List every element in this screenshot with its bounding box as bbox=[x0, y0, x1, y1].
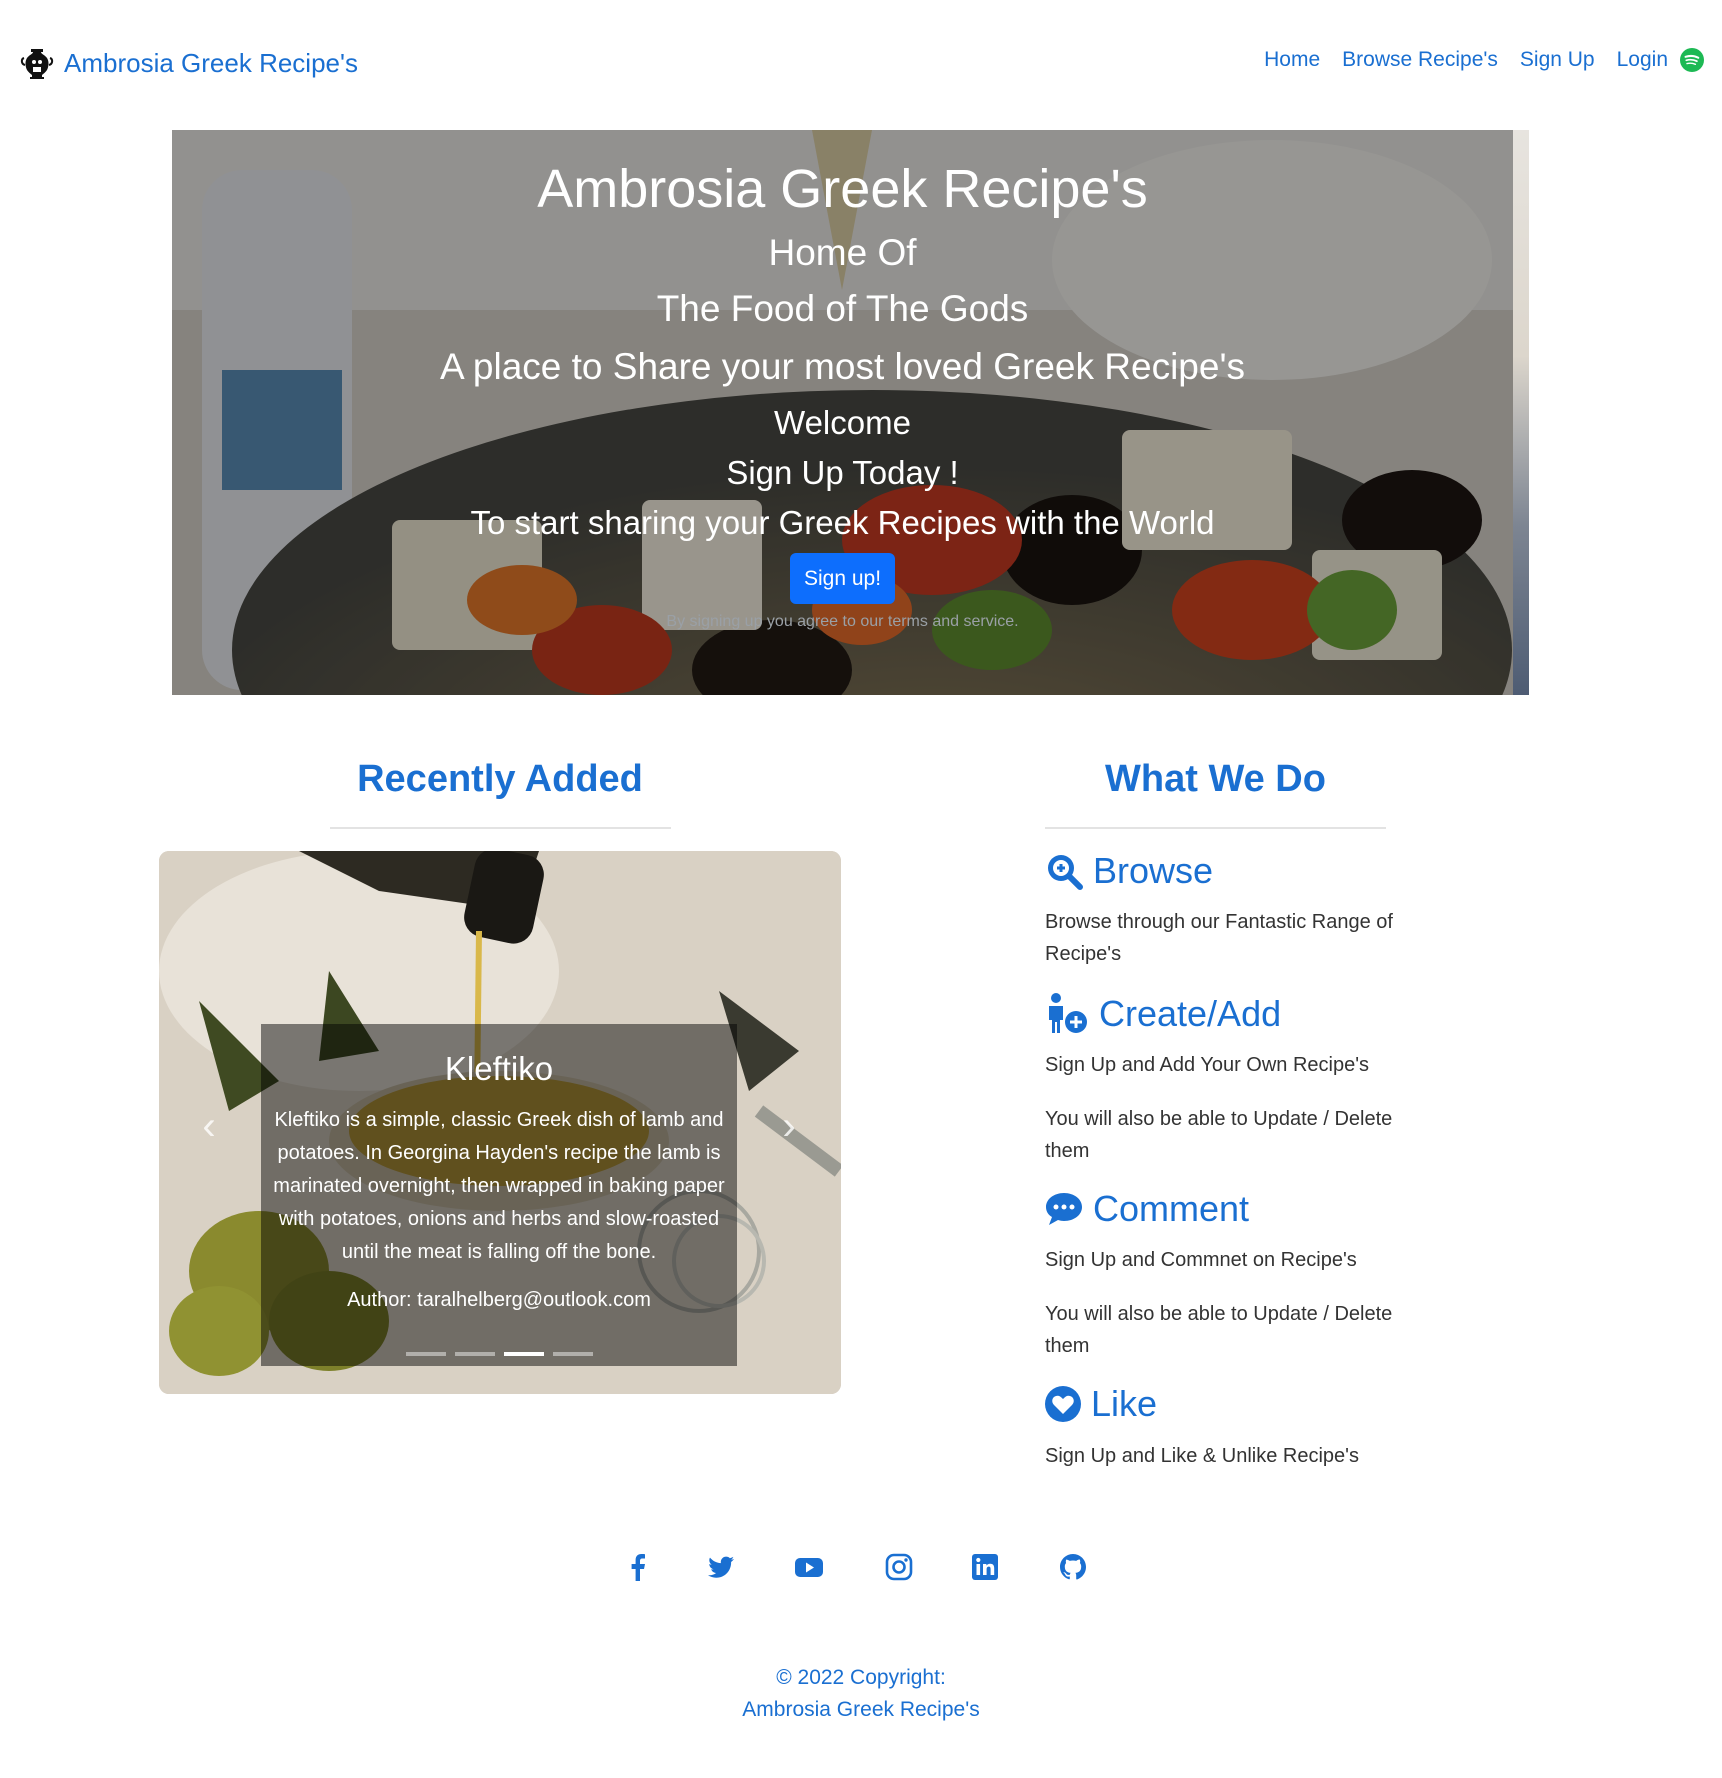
nav-links: Home Browse Recipe's Sign Up Login bbox=[1264, 48, 1704, 72]
slide-author: Author: taralhelberg@outlook.com bbox=[347, 1289, 651, 1311]
search-plus-icon bbox=[1048, 855, 1083, 890]
nav-home[interactable]: Home bbox=[1264, 48, 1320, 72]
twitter-icon[interactable] bbox=[706, 1552, 736, 1582]
hero-sign-up-button[interactable]: Sign up! bbox=[790, 553, 895, 604]
like-text: Sign Up and Like & Unlike Recipe's bbox=[1045, 1445, 1359, 1467]
greek-vase-logo-icon bbox=[20, 49, 54, 79]
hero-welcome: Welcome bbox=[774, 404, 911, 441]
carousel-indicator-active[interactable] bbox=[504, 1352, 544, 1356]
person-add-icon bbox=[1049, 993, 1087, 1033]
brand-text: Ambrosia Greek Recipe's bbox=[64, 47, 358, 78]
create-heading: Create/Add bbox=[1045, 993, 1281, 1035]
comment-heading: Comment bbox=[1045, 1188, 1249, 1230]
navbar: Ambrosia Greek Recipe's Home Browse Reci… bbox=[0, 0, 1722, 130]
recently-added-title: Recently Added bbox=[357, 758, 643, 800]
browse-heading: Browse bbox=[1045, 850, 1213, 892]
carousel-indicators bbox=[406, 1352, 593, 1356]
nav-login[interactable]: Login bbox=[1617, 48, 1668, 72]
nav-browse-recipes[interactable]: Browse Recipe's bbox=[1342, 48, 1498, 72]
footer: © 2022 Copyright: Ambrosia Greek Recipe'… bbox=[0, 1662, 1722, 1726]
hero-start-sharing: To start sharing your Greek Recipes with… bbox=[470, 504, 1215, 541]
hero-banner: Ambrosia Greek Recipe's Home Of The Food… bbox=[172, 130, 1529, 695]
spotify-icon[interactable] bbox=[1680, 48, 1704, 72]
carousel-indicator[interactable] bbox=[553, 1352, 593, 1356]
recently-added-divider bbox=[330, 827, 671, 829]
hero-tagline: A place to Share your most loved Greek R… bbox=[439, 346, 1246, 387]
hero-home-of: Home Of bbox=[768, 232, 917, 273]
facebook-icon[interactable] bbox=[623, 1552, 653, 1582]
browse-title: Browse bbox=[1093, 850, 1214, 891]
slide-description: Kleftiko is a simple, classic Greek dish… bbox=[273, 1109, 725, 1263]
instagram-icon[interactable] bbox=[884, 1552, 914, 1582]
youtube-icon[interactable] bbox=[794, 1552, 824, 1582]
hero-edge bbox=[1513, 130, 1529, 695]
carousel-indicator[interactable] bbox=[455, 1352, 495, 1356]
create-text: Sign Up and Add Your Own Recipe's bbox=[1045, 1054, 1370, 1076]
footer-copyright: © 2022 Copyright: bbox=[776, 1666, 946, 1689]
browse-text: Browse through our Fantastic Range of Re… bbox=[1045, 911, 1393, 965]
footer-brand-link[interactable]: Ambrosia Greek Recipe's bbox=[742, 1698, 979, 1721]
recipe-carousel: ‹ › Kleftiko Kleftiko is a simple, class… bbox=[159, 851, 841, 1394]
carousel-prev-chevron-icon[interactable]: ‹ bbox=[189, 1101, 229, 1151]
hero-sign-up-today: Sign Up Today ! bbox=[726, 454, 959, 491]
what-we-do-divider bbox=[1045, 827, 1386, 829]
comment-title: Comment bbox=[1093, 1188, 1250, 1229]
heart-icon bbox=[1045, 1386, 1081, 1422]
slide-caption: Kleftiko Kleftiko is a simple, classic G… bbox=[261, 1024, 737, 1366]
linkedin-icon[interactable] bbox=[970, 1552, 1000, 1582]
like-title: Like bbox=[1091, 1383, 1158, 1424]
comment-text: Sign Up and Commnet on Recipe's bbox=[1045, 1249, 1357, 1271]
create-title: Create/Add bbox=[1099, 993, 1282, 1034]
slide-title: Kleftiko bbox=[444, 1050, 554, 1087]
carousel-indicator[interactable] bbox=[406, 1352, 446, 1356]
chat-bubble-icon bbox=[1046, 1193, 1082, 1225]
hero-content: Ambrosia Greek Recipe's Home Of The Food… bbox=[172, 130, 1513, 695]
hero-title: Ambrosia Greek Recipe's bbox=[537, 159, 1148, 219]
what-we-do-title: What We Do bbox=[1105, 758, 1326, 800]
carousel-next-chevron-icon[interactable]: › bbox=[769, 1101, 809, 1151]
nav-sign-up[interactable]: Sign Up bbox=[1520, 48, 1595, 72]
comment-text-update: You will also be able to Update / Delete… bbox=[1045, 1303, 1393, 1357]
hero-terms-text: By signing up you agree to our terms and… bbox=[666, 613, 1019, 630]
github-icon[interactable] bbox=[1058, 1552, 1088, 1582]
social-links bbox=[0, 1552, 1722, 1592]
like-heading: Like bbox=[1045, 1383, 1157, 1425]
brand-link[interactable]: Ambrosia Greek Recipe's bbox=[20, 46, 358, 80]
hero-food-of-gods: The Food of The Gods bbox=[656, 288, 1029, 329]
create-text-update: You will also be able to Update / Delete… bbox=[1045, 1108, 1393, 1162]
